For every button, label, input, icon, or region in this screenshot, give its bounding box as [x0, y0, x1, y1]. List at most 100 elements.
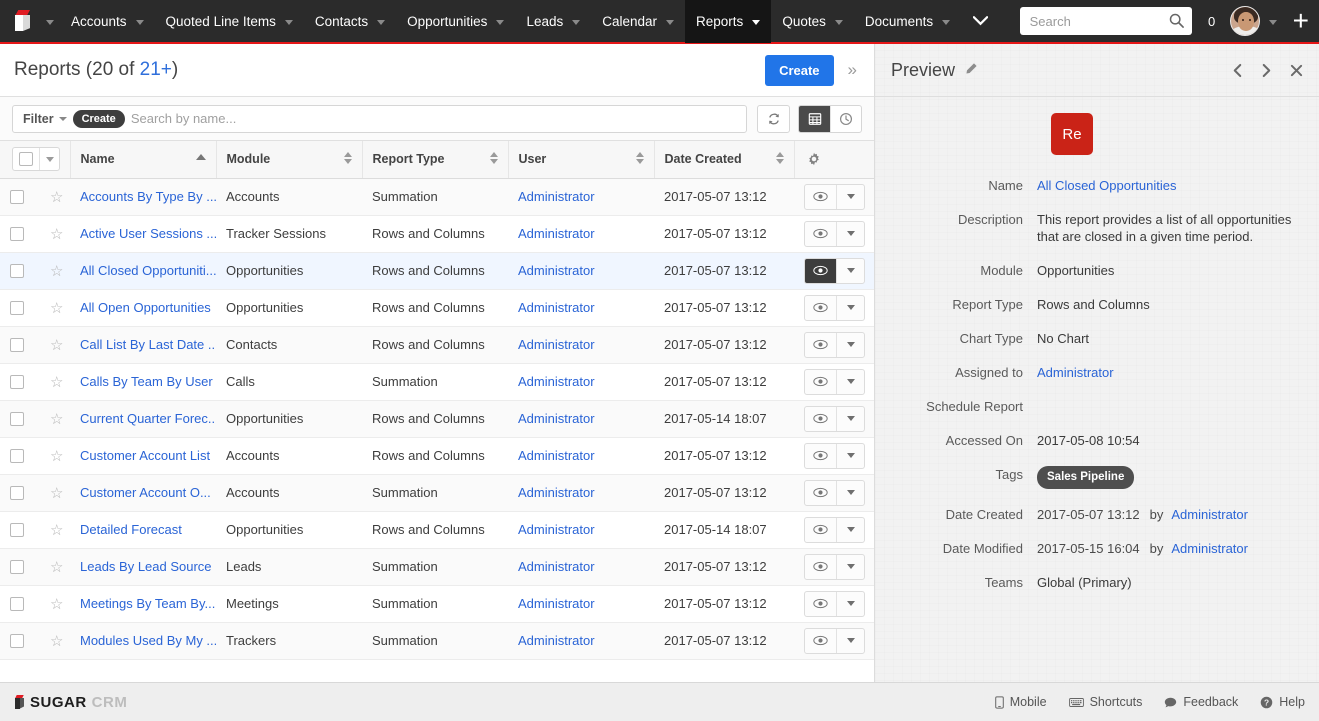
preview-prev-chevron-left-icon[interactable]	[1232, 63, 1243, 78]
row-actions-chevron-down-icon[interactable]	[836, 295, 864, 320]
nav-item-documents[interactable]: Documents	[854, 0, 961, 43]
row-actions-chevron-down-icon[interactable]	[836, 591, 864, 616]
star-icon[interactable]: ☆	[50, 337, 63, 354]
nav-item-opportunities[interactable]: Opportunities	[396, 0, 515, 43]
row-favorite-cell[interactable]: ☆	[40, 474, 70, 512]
row-checkbox[interactable]	[10, 412, 24, 427]
notification-count[interactable]: 0	[1208, 14, 1216, 29]
cell-user[interactable]: Administrator	[508, 326, 654, 364]
preview-eye-icon[interactable]	[805, 629, 836, 653]
row-checkbox[interactable]	[10, 190, 24, 205]
footer-link-help[interactable]: ? Help	[1260, 695, 1305, 709]
report-name-link[interactable]: Call List By Last Date ...	[80, 337, 216, 352]
report-name-link[interactable]: Customer Account O...	[80, 485, 211, 500]
row-checkbox-cell[interactable]	[0, 437, 40, 475]
global-search-input[interactable]	[1019, 13, 1192, 29]
user-link[interactable]: Administrator	[518, 337, 595, 352]
row-checkbox-cell[interactable]	[0, 474, 40, 512]
user-link[interactable]: Administrator	[518, 559, 595, 574]
chevron-down-icon[interactable]	[752, 19, 761, 25]
user-link[interactable]: Administrator	[518, 448, 595, 463]
row-checkbox-cell[interactable]	[0, 511, 40, 549]
cell-user[interactable]: Administrator	[508, 437, 654, 475]
column-header-name[interactable]: Name	[70, 141, 217, 179]
row-actions-chevron-down-icon[interactable]	[836, 332, 864, 357]
table-row[interactable]: ☆ Calls By Team By User Calls Summation Admi…	[0, 363, 874, 401]
nav-overflow-chevron-down-icon[interactable]	[961, 0, 999, 43]
row-checkbox-cell[interactable]	[0, 585, 40, 623]
search-icon[interactable]	[1169, 13, 1184, 28]
row-actions-chevron-down-icon[interactable]	[836, 369, 864, 394]
cell-name[interactable]: Active User Sessions ...	[70, 215, 216, 253]
nav-item-contacts[interactable]: Contacts	[304, 0, 396, 43]
star-icon[interactable]: ☆	[50, 263, 63, 280]
preview-field-by-user[interactable]: Administrator	[1171, 541, 1248, 556]
row-checkbox-cell[interactable]	[0, 548, 40, 586]
row-favorite-cell[interactable]: ☆	[40, 437, 70, 475]
nav-item-quotes[interactable]: Quotes	[771, 0, 854, 43]
footer-link-shortcuts[interactable]: Shortcuts	[1068, 695, 1142, 709]
report-name-link[interactable]: Detailed Forecast	[80, 522, 182, 537]
cell-user[interactable]: Administrator	[508, 252, 654, 290]
star-icon[interactable]: ☆	[50, 522, 63, 539]
report-name-link[interactable]: Calls By Team By User	[80, 374, 213, 389]
row-checkbox[interactable]	[10, 264, 24, 279]
avatar[interactable]	[1229, 6, 1260, 36]
report-name-link[interactable]: Active User Sessions ...	[80, 226, 216, 241]
user-link[interactable]: Administrator	[518, 596, 595, 611]
chevron-down-icon[interactable]	[572, 19, 581, 25]
row-favorite-cell[interactable]: ☆	[40, 289, 70, 327]
report-name-link[interactable]: All Open Opportunities	[80, 300, 211, 315]
row-checkbox[interactable]	[10, 301, 24, 316]
cell-user[interactable]: Administrator	[508, 178, 654, 216]
cell-user[interactable]: Administrator	[508, 363, 654, 401]
table-row[interactable]: ☆ Detailed Forecast Opportunities Rows and …	[0, 511, 874, 549]
chevron-down-icon[interactable]	[284, 19, 293, 25]
preview-next-chevron-right-icon[interactable]	[1261, 63, 1272, 78]
report-name-link[interactable]: All Closed Opportuniti...	[80, 263, 216, 278]
pencil-icon[interactable]	[964, 62, 978, 79]
cell-name[interactable]: Customer Account List	[70, 437, 216, 475]
star-icon[interactable]: ☆	[50, 189, 63, 206]
table-row[interactable]: ☆ Customer Account O... Accounts Summation A…	[0, 474, 874, 512]
nav-item-quoted-line-items[interactable]: Quoted Line Items	[155, 0, 304, 43]
row-checkbox-cell[interactable]	[0, 326, 40, 364]
report-name-link[interactable]: Meetings By Team By...	[80, 596, 215, 611]
chevron-down-icon[interactable]	[496, 19, 505, 25]
preview-eye-icon[interactable]	[805, 518, 836, 542]
cell-user[interactable]: Administrator	[508, 548, 654, 586]
column-settings-gear-icon[interactable]	[794, 141, 874, 179]
star-icon[interactable]: ☆	[50, 559, 63, 576]
row-actions-chevron-down-icon[interactable]	[836, 406, 864, 431]
chevron-down-icon[interactable]	[377, 19, 386, 25]
table-row[interactable]: ☆ All Open Opportunities Opportunities Rows…	[0, 289, 874, 327]
filter-dropdown[interactable]: Filter	[19, 112, 67, 126]
user-link[interactable]: Administrator	[518, 374, 595, 389]
column-header-user[interactable]: User	[508, 141, 655, 179]
preview-eye-icon[interactable]	[805, 296, 836, 320]
row-actions-chevron-down-icon[interactable]	[836, 184, 864, 209]
row-checkbox-cell[interactable]	[0, 178, 40, 216]
row-favorite-cell[interactable]: ☆	[40, 511, 70, 549]
row-actions-chevron-down-icon[interactable]	[836, 628, 864, 653]
table-row[interactable]: ☆ All Closed Opportuniti... Opportunities R…	[0, 252, 874, 290]
row-actions-chevron-down-icon[interactable]	[836, 517, 864, 542]
row-favorite-cell[interactable]: ☆	[40, 548, 70, 586]
avatar-chevron-down-icon[interactable]	[1268, 19, 1277, 25]
search-input[interactable]	[130, 111, 740, 126]
refresh-icon[interactable]	[758, 106, 789, 132]
page-title-count[interactable]: 21+	[140, 59, 172, 80]
preview-eye-icon[interactable]	[805, 258, 836, 283]
row-actions-chevron-down-icon[interactable]	[836, 554, 864, 579]
row-checkbox[interactable]	[10, 227, 24, 242]
row-checkbox-cell[interactable]	[0, 252, 40, 290]
table-row[interactable]: ☆ Active User Sessions ... Tracker Session…	[0, 215, 874, 253]
cell-user[interactable]: Administrator	[508, 585, 654, 623]
preview-eye-icon[interactable]	[805, 407, 836, 431]
cell-user[interactable]: Administrator	[508, 622, 654, 660]
chevron-down-icon[interactable]	[666, 19, 675, 25]
list-table-scroll[interactable]: Name Module Report Type User Date Create…	[0, 141, 874, 682]
user-link[interactable]: Administrator	[518, 522, 595, 537]
row-checkbox-cell[interactable]	[0, 622, 40, 660]
double-chevron-right-icon[interactable]: »	[848, 60, 860, 80]
